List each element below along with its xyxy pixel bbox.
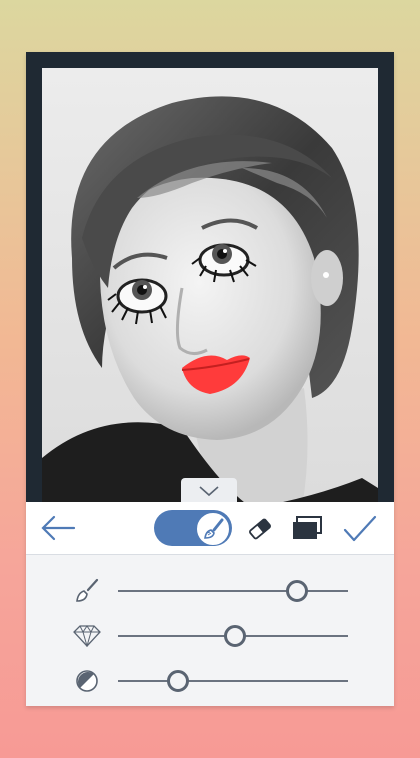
chevron-down-icon <box>199 485 219 496</box>
editor-toolbar <box>26 502 394 555</box>
layers-button[interactable] <box>291 515 323 541</box>
layers-icon <box>293 516 322 539</box>
contrast-opacity-icon <box>73 667 101 695</box>
brush-settings-panel <box>26 555 394 706</box>
back-button[interactable] <box>40 514 76 542</box>
diamond-hardness-icon <box>73 622 101 650</box>
paint-mode-toggle[interactable] <box>154 510 232 546</box>
editor-frame <box>26 52 394 706</box>
paintbrush-icon <box>204 518 224 539</box>
eraser-icon <box>249 518 271 540</box>
arrow-left-icon <box>41 515 76 541</box>
opacity-row <box>26 661 394 701</box>
brush-size-slider[interactable] <box>118 580 348 602</box>
hardness-row <box>26 616 394 656</box>
brush-size-row <box>26 571 394 611</box>
confirm-button[interactable] <box>342 514 378 544</box>
hardness-slider[interactable] <box>118 625 348 647</box>
toggle-knob <box>196 512 230 546</box>
slider-thumb[interactable] <box>286 580 309 602</box>
collapse-panel-tab[interactable] <box>181 478 237 503</box>
slider-thumb[interactable] <box>224 625 247 647</box>
slider-thumb[interactable] <box>166 670 189 692</box>
eraser-button[interactable] <box>247 516 273 542</box>
brush-size-icon <box>73 577 101 605</box>
opacity-slider[interactable] <box>118 670 348 692</box>
checkmark-icon <box>343 515 377 542</box>
